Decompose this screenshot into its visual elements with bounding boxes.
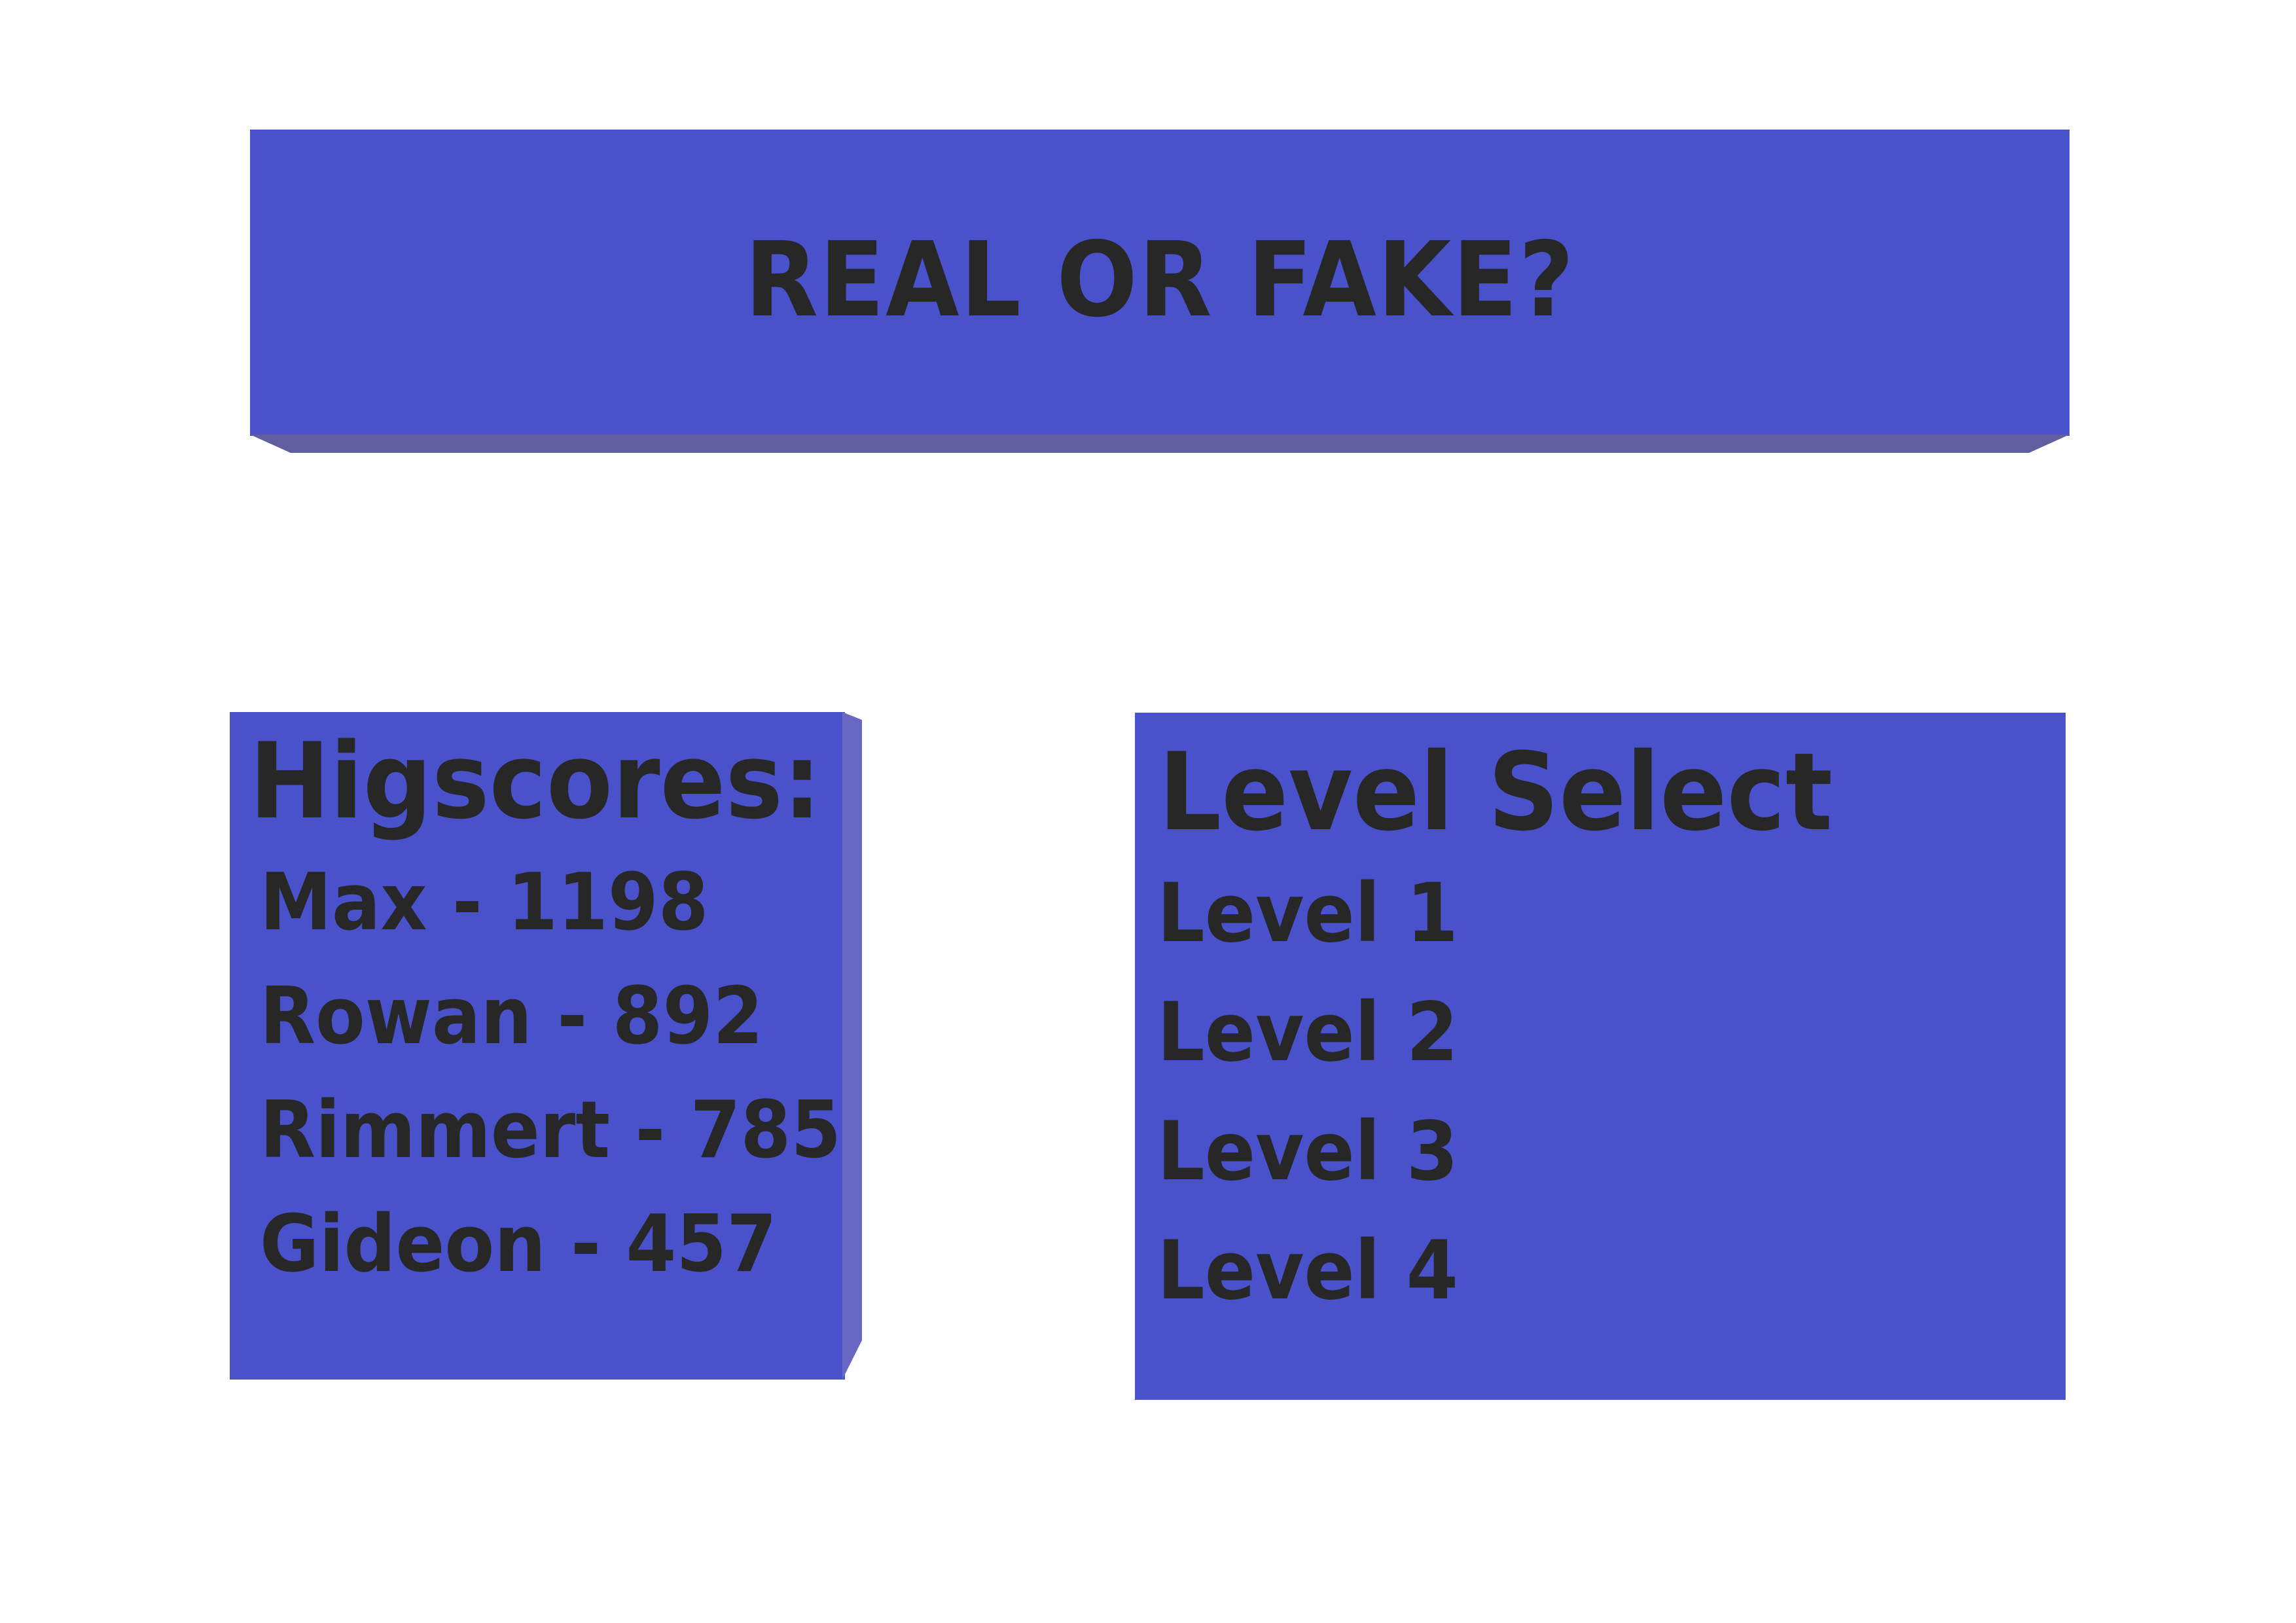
level-select-heading: Level Select xyxy=(1158,730,1833,855)
level-4-button[interactable]: Level 4 xyxy=(1157,1211,1458,1330)
level-3-button[interactable]: Level 3 xyxy=(1157,1092,1458,1211)
highscores-list: Max - 1198 Rowan - 892 Rimmert - 785 Gid… xyxy=(260,846,891,1302)
highscore-entry: Rowan - 892 xyxy=(260,971,764,1062)
level-2-button[interactable]: Level 2 xyxy=(1157,973,1458,1092)
title-banner-bevel xyxy=(250,435,2070,453)
highscore-entry: Max - 1198 xyxy=(260,857,709,948)
highscore-entry: Rimmert - 785 xyxy=(260,1085,842,1176)
level-select-panel: Level Select Level 1 Level 2 Level 3 Lev… xyxy=(1135,713,2066,1400)
level-list: Level 1 Level 2 Level 3 Level 4 xyxy=(1157,854,1484,1330)
title-banner: REAL OR FAKE? xyxy=(250,130,2070,436)
level-1-button[interactable]: Level 1 xyxy=(1157,854,1458,973)
game-title: REAL OR FAKE? xyxy=(744,220,1575,340)
highscores-panel-bevel xyxy=(842,712,862,1380)
highscores-panel: Higscores: Max - 1198 Rowan - 892 Rimmer… xyxy=(230,712,845,1380)
highscores-heading: Higscores: xyxy=(249,720,821,842)
highscore-entry: Gideon - 457 xyxy=(260,1199,777,1290)
